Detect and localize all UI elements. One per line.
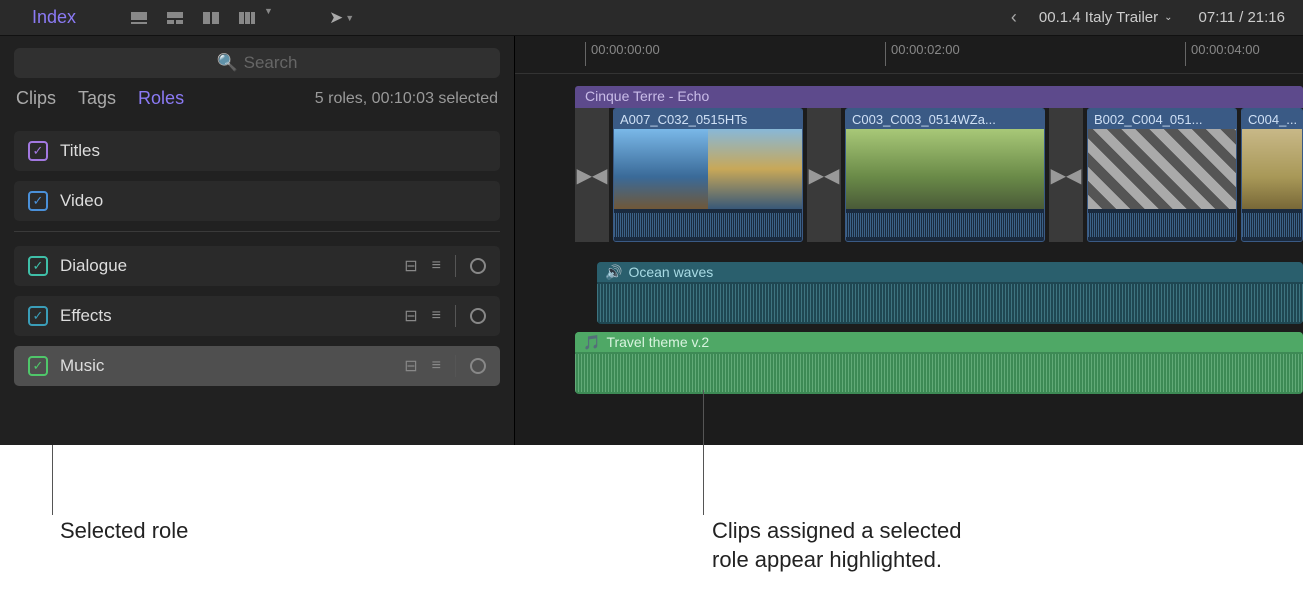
- audio-waveform: [575, 352, 1303, 394]
- collapse-icon[interactable]: ⊟: [404, 356, 417, 376]
- audio-waveform: [1088, 209, 1236, 241]
- tab-tags[interactable]: Tags: [78, 88, 116, 109]
- tab-roles[interactable]: Roles: [138, 88, 184, 109]
- role-label: Music: [60, 356, 392, 376]
- list-icon[interactable]: ≡: [432, 257, 441, 275]
- layout-tool-4-icon[interactable]: [234, 6, 260, 30]
- role-item-dialogue[interactable]: ✓ Dialogue ⊟ ≡: [14, 246, 500, 286]
- audio-waveform: [597, 282, 1303, 324]
- app-window: Index ▼ ➤ ▼ ‹ 00.1.4 Italy Trailer ⌄ 07:…: [0, 0, 1303, 497]
- clip-label: Ocean waves: [628, 264, 713, 280]
- video-clip[interactable]: B002_C004_051...: [1087, 108, 1237, 242]
- transition-icon[interactable]: ▶◀: [575, 108, 609, 242]
- clip-label: B002_C004_051...: [1088, 109, 1236, 129]
- role-item-video[interactable]: ✓ Video: [14, 181, 500, 221]
- ruler-tick: 00:00:04:00: [1191, 42, 1260, 57]
- video-clip[interactable]: C004_...: [1241, 108, 1303, 242]
- clip-label: C003_C003_0514WZa...: [846, 109, 1044, 129]
- callout-text: Clips assigned a selectedrole appear hig…: [712, 517, 961, 574]
- nav-back-button[interactable]: ‹: [995, 7, 1033, 28]
- transition-icon[interactable]: ▶◀: [1049, 108, 1083, 242]
- audio-clip-ocean[interactable]: 🔊 Ocean waves: [597, 262, 1303, 324]
- pointer-icon: ➤: [329, 8, 343, 28]
- role-item-effects[interactable]: ✓ Effects ⊟ ≡: [14, 296, 500, 336]
- collapse-icon[interactable]: ⊟: [404, 306, 417, 326]
- checkbox-icon[interactable]: ✓: [28, 306, 48, 326]
- layout-tool-2-icon[interactable]: [162, 6, 188, 30]
- layout-tools: ▼: [126, 6, 273, 30]
- role-label: Effects: [60, 306, 392, 326]
- role-label: Titles: [60, 141, 486, 161]
- layout-tool-3-icon[interactable]: [198, 6, 224, 30]
- focus-icon[interactable]: [470, 308, 486, 324]
- audio-waveform: [846, 209, 1044, 241]
- timecode-display: 07:11 / 21:16: [1179, 9, 1295, 26]
- clip-label: Travel theme v.2: [606, 334, 709, 350]
- list-icon[interactable]: ≡: [432, 307, 441, 325]
- audio-clip-music[interactable]: 🎵 Travel theme v.2: [575, 332, 1303, 394]
- time-ruler[interactable]: 00:00:00:00 00:00:02:00 00:00:04:00: [515, 36, 1303, 74]
- audio-icon: 🎵: [583, 334, 600, 351]
- arrow-tool[interactable]: ➤ ▼: [329, 8, 354, 28]
- roles-summary: 5 roles, 00:10:03 selected: [315, 90, 498, 108]
- timeline[interactable]: 00:00:00:00 00:00:02:00 00:00:04:00 Cinq…: [515, 36, 1303, 497]
- index-button[interactable]: Index: [8, 7, 110, 28]
- role-label: Video: [60, 191, 486, 211]
- project-title-label: 00.1.4 Italy Trailer: [1039, 9, 1158, 26]
- storyline-title[interactable]: Cinque Terre - Echo: [575, 86, 1303, 108]
- clip-label: C004_...: [1242, 109, 1302, 129]
- chevron-down-icon[interactable]: ▼: [264, 6, 273, 30]
- search-input[interactable]: 🔍 Search: [14, 48, 500, 78]
- layout-tool-1-icon[interactable]: [126, 6, 152, 30]
- ruler-tick: 00:00:00:00: [591, 42, 660, 57]
- checkbox-icon[interactable]: ✓: [28, 141, 48, 161]
- video-clip[interactable]: A007_C032_0515HTs: [613, 108, 803, 242]
- list-icon[interactable]: ≡: [432, 357, 441, 375]
- project-title-dropdown[interactable]: 00.1.4 Italy Trailer ⌄: [1039, 9, 1173, 26]
- audio-waveform: [614, 209, 802, 241]
- tracks-area: Cinque Terre - Echo ▶◀ A007_C032_0515HTs…: [575, 74, 1303, 474]
- checkbox-icon[interactable]: ✓: [28, 191, 48, 211]
- clip-label: A007_C032_0515HTs: [614, 109, 802, 129]
- divider: [14, 231, 500, 232]
- video-clip[interactable]: C003_C003_0514WZa...: [845, 108, 1045, 242]
- roles-list: ✓ Titles ✓ Video ✓ Dialogue ⊟ ≡: [0, 123, 514, 404]
- role-item-music[interactable]: ✓ Music ⊟ ≡: [14, 346, 500, 386]
- role-item-titles[interactable]: ✓ Titles: [14, 131, 500, 171]
- chevron-down-icon: ▼: [345, 13, 354, 23]
- audio-waveform: [1242, 209, 1302, 241]
- search-placeholder: Search: [244, 53, 298, 73]
- collapse-icon[interactable]: ⊟: [404, 256, 417, 276]
- chevron-down-icon: ⌄: [1164, 12, 1172, 23]
- index-tabs: Clips Tags Roles 5 roles, 00:10:03 selec…: [0, 88, 514, 123]
- checkbox-icon[interactable]: ✓: [28, 256, 48, 276]
- audio-icon: 🔊: [605, 264, 622, 281]
- search-icon: 🔍: [216, 53, 237, 73]
- primary-storyline: ▶◀ A007_C032_0515HTs ▶◀ C003_C003_0514WZ…: [575, 108, 1303, 242]
- top-toolbar: Index ▼ ➤ ▼ ‹ 00.1.4 Italy Trailer ⌄ 07:…: [0, 0, 1303, 36]
- ruler-tick: 00:00:02:00: [891, 42, 960, 57]
- focus-icon[interactable]: [470, 358, 486, 374]
- focus-icon[interactable]: [470, 258, 486, 274]
- callout-text: Selected role: [60, 517, 188, 546]
- role-label: Dialogue: [60, 256, 392, 276]
- main-area: 🔍 Search Clips Tags Roles 5 roles, 00:10…: [0, 36, 1303, 497]
- index-sidebar: 🔍 Search Clips Tags Roles 5 roles, 00:10…: [0, 36, 515, 497]
- transition-icon[interactable]: ▶◀: [807, 108, 841, 242]
- tab-clips[interactable]: Clips: [16, 88, 56, 109]
- checkbox-icon[interactable]: ✓: [28, 356, 48, 376]
